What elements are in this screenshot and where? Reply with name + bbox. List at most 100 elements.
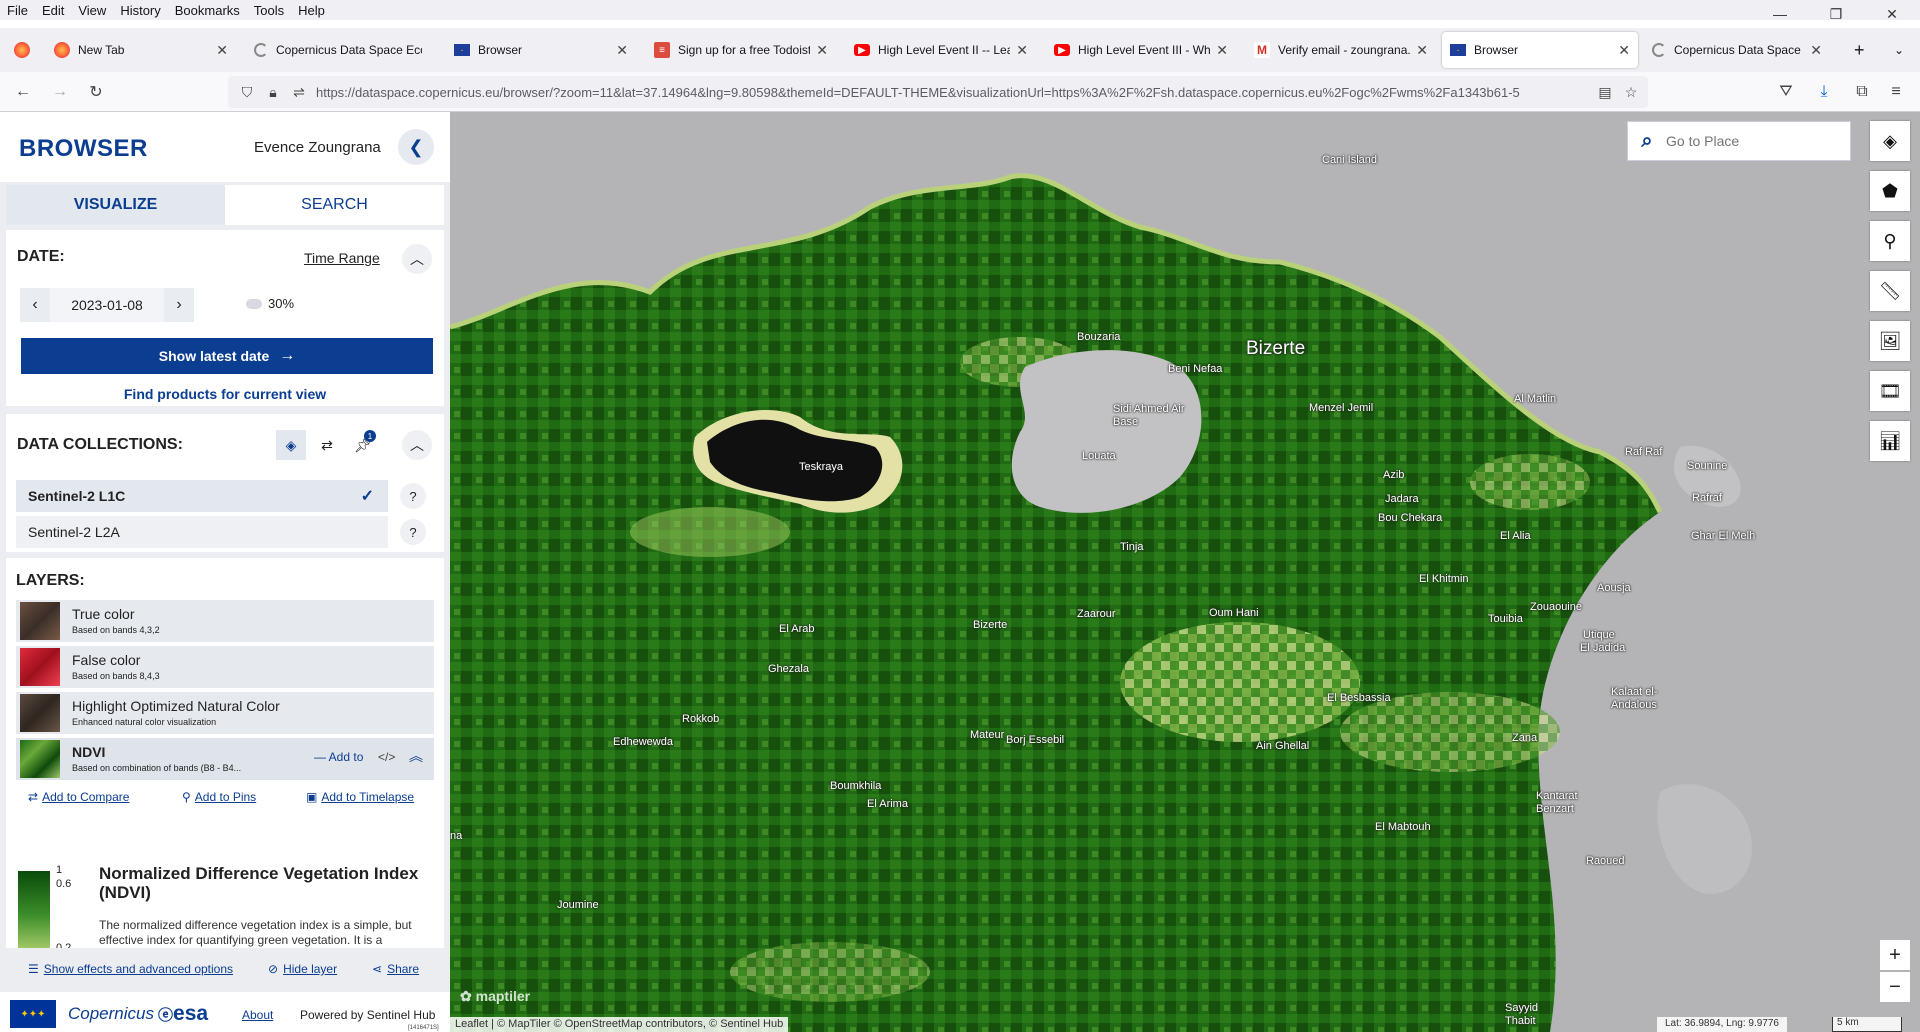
tab-browser[interactable]: · Browser ✕ bbox=[446, 32, 636, 68]
restore-button[interactable]: ❐ bbox=[1808, 0, 1864, 28]
poi-marker-button[interactable]: ⚲ bbox=[1870, 221, 1910, 261]
tab-copernicus[interactable]: Copernicus Data Space Eco bbox=[246, 32, 430, 68]
help-icon[interactable]: ? bbox=[400, 483, 426, 509]
pin-icon[interactable]: 📌︎ 1 bbox=[348, 430, 378, 460]
tab-visualize[interactable]: VISUALIZE bbox=[6, 185, 225, 225]
find-products-link[interactable]: Find products for current view bbox=[6, 386, 444, 402]
url-bar[interactable]: ⛉ 🔒︎ ⇌ https://dataspace.copernicus.eu/b… bbox=[228, 76, 1648, 108]
tab-search[interactable]: SEARCH bbox=[225, 185, 444, 225]
next-date-button[interactable]: › bbox=[164, 296, 194, 314]
layers-toggle-icon[interactable]: ◈ bbox=[276, 430, 306, 460]
close-tab-icon[interactable]: ✕ bbox=[616, 42, 628, 59]
user-name[interactable]: Evence Zoungrana bbox=[254, 139, 381, 156]
tab-browser-active[interactable]: · Browser ✕ bbox=[1442, 32, 1638, 68]
lock-icon[interactable]: 🔒︎ bbox=[264, 84, 282, 101]
menu-bookmarks[interactable]: Bookmarks bbox=[168, 3, 247, 18]
map-view[interactable]: Cani Island Bouzaria Beni Nefaa Bizerte … bbox=[450, 112, 1920, 1032]
time-range-link[interactable]: Time Range bbox=[304, 250, 380, 266]
back-button[interactable]: ← bbox=[11, 80, 35, 104]
tab-copernicus-2[interactable]: Copernicus Data Space Eco ✕ bbox=[1644, 32, 1830, 68]
collapse-collections-button[interactable]: ︿ bbox=[402, 430, 432, 460]
show-effects-link[interactable]: ☰ Show effects and advanced options bbox=[28, 962, 233, 976]
layer-false-color[interactable]: False color Based on bands 8,4,3 bbox=[16, 646, 434, 688]
pocket-button[interactable]: ⛛ bbox=[1774, 80, 1798, 104]
share-link[interactable]: ⋖ Share bbox=[372, 962, 419, 976]
hamburger-menu-icon: ≡ bbox=[1891, 83, 1901, 100]
place-label: Zouaouine bbox=[1530, 601, 1582, 613]
show-latest-date-button[interactable]: Show latest date → bbox=[21, 338, 433, 374]
close-tab-icon[interactable]: ✕ bbox=[1618, 42, 1630, 59]
statistics-button[interactable]: 📊︎ bbox=[1870, 421, 1910, 461]
add-to-button[interactable]: — Add to bbox=[314, 750, 363, 764]
minimize-button[interactable]: — bbox=[1752, 0, 1808, 28]
loading-icon bbox=[254, 43, 268, 57]
app-menu-button[interactable]: ≡ bbox=[1884, 80, 1908, 104]
close-tab-icon[interactable]: ✕ bbox=[1416, 42, 1428, 59]
permissions-icon[interactable]: ⇌ bbox=[290, 84, 308, 101]
layer-thumbnail bbox=[20, 694, 60, 732]
add-to-compare-link[interactable]: ⇄ Add to Compare bbox=[28, 790, 129, 804]
reader-view-icon[interactable]: ▤ bbox=[1596, 84, 1614, 101]
collection-sentinel-2-l2a[interactable]: Sentinel-2 L2A bbox=[16, 516, 388, 548]
collapse-date-button[interactable]: ︿ bbox=[402, 244, 432, 274]
tab-todoist[interactable]: ≡ Sign up for a free Todoist a ✕ bbox=[646, 32, 836, 68]
list-all-tabs-button[interactable]: ⌄ bbox=[1886, 32, 1916, 68]
layer-thumbnail bbox=[20, 740, 60, 778]
add-to-pins-link[interactable]: ⚲ Add to Pins bbox=[182, 790, 256, 804]
layer-true-color[interactable]: True color Based on bands 4,3,2 bbox=[16, 600, 434, 642]
firefox-view-button[interactable] bbox=[6, 32, 36, 68]
forward-button[interactable]: → bbox=[48, 80, 72, 104]
code-icon[interactable]: </> bbox=[378, 750, 395, 764]
close-tab-icon[interactable]: ✕ bbox=[1810, 42, 1822, 59]
close-tab-icon[interactable]: ✕ bbox=[816, 42, 828, 59]
about-link[interactable]: About bbox=[242, 1008, 273, 1022]
url-text[interactable]: https://dataspace.copernicus.eu/browser/… bbox=[316, 85, 1596, 100]
search-icon[interactable]: ⌕ bbox=[1628, 130, 1666, 153]
tab-youtube-2[interactable]: ▶ High Level Event III - Wher ✕ bbox=[1046, 32, 1236, 68]
extensions-button[interactable]: ⧉ bbox=[1850, 80, 1874, 104]
measure-button[interactable]: 📏︎ bbox=[1870, 271, 1910, 311]
menu-file[interactable]: File bbox=[0, 3, 35, 18]
previous-date-button[interactable]: ‹ bbox=[20, 296, 50, 314]
cloud-coverage[interactable]: 30% bbox=[246, 296, 294, 311]
close-tab-icon[interactable]: ✕ bbox=[1216, 42, 1228, 59]
bookmark-star-icon[interactable]: ☆ bbox=[1622, 84, 1640, 101]
tab-new-tab[interactable]: New Tab ✕ bbox=[46, 32, 236, 68]
close-tab-icon[interactable]: ✕ bbox=[1016, 42, 1028, 59]
layer-ndvi-active[interactable]: NDVI Based on combination of bands (B8 -… bbox=[16, 738, 434, 780]
menu-help[interactable]: Help bbox=[291, 3, 332, 18]
close-window-button[interactable]: ✕ bbox=[1864, 0, 1920, 28]
place-label: Jadara bbox=[1385, 493, 1419, 505]
place-label: Bouzaria bbox=[1077, 331, 1121, 343]
download-image-button[interactable]: 🖼︎ bbox=[1870, 321, 1910, 361]
chevron-double-up-icon[interactable]: ︽ bbox=[409, 746, 423, 766]
collapse-sidebar-button[interactable]: ❮ bbox=[398, 129, 434, 165]
menu-edit[interactable]: Edit bbox=[35, 3, 71, 18]
hide-layer-link[interactable]: ⊘ Hide layer bbox=[268, 962, 337, 976]
go-to-place-input[interactable] bbox=[1666, 133, 1836, 149]
zoom-out-button[interactable]: − bbox=[1880, 972, 1910, 1002]
tab-gmail[interactable]: M Verify email - zoungrana.lo ✕ bbox=[1246, 32, 1436, 68]
tab-bar: New Tab ✕ Copernicus Data Space Eco · Br… bbox=[0, 28, 1920, 72]
aoi-polygon-button[interactable]: ⬟ bbox=[1870, 171, 1910, 211]
reload-button[interactable]: ↻ bbox=[84, 80, 108, 104]
new-tab-button[interactable]: + bbox=[1846, 32, 1876, 68]
zoom-in-button[interactable]: + bbox=[1880, 940, 1910, 970]
layer-highlight-optimized[interactable]: Highlight Optimized Natural Color Enhanc… bbox=[16, 692, 434, 734]
tab-youtube-1[interactable]: ▶ High Level Event II -- Lead ✕ bbox=[846, 32, 1036, 68]
help-icon[interactable]: ? bbox=[400, 519, 426, 545]
adjust-icon[interactable]: ⇄ bbox=[312, 430, 342, 460]
timelapse-button[interactable]: 🎞︎ bbox=[1870, 371, 1910, 411]
sidebar-header: BROWSER Evence Zoungrana ❮ bbox=[0, 112, 450, 182]
menu-view[interactable]: View bbox=[71, 3, 113, 18]
date-value[interactable]: 2023-01-08 bbox=[50, 288, 164, 322]
menu-history[interactable]: History bbox=[113, 3, 167, 18]
shield-icon[interactable]: ⛉ bbox=[238, 84, 256, 101]
add-to-timelapse-link[interactable]: ▣ Add to Timelapse bbox=[306, 790, 414, 804]
close-tab-icon[interactable]: ✕ bbox=[216, 42, 228, 59]
place-label: Bou Chekara bbox=[1378, 512, 1443, 524]
collection-sentinel-2-l1c[interactable]: Sentinel-2 L1C ✓ bbox=[16, 480, 388, 512]
menu-tools[interactable]: Tools bbox=[247, 3, 291, 18]
layers-tool-button[interactable]: ◈ bbox=[1870, 121, 1910, 161]
downloads-button[interactable]: ⤓ bbox=[1812, 80, 1836, 104]
